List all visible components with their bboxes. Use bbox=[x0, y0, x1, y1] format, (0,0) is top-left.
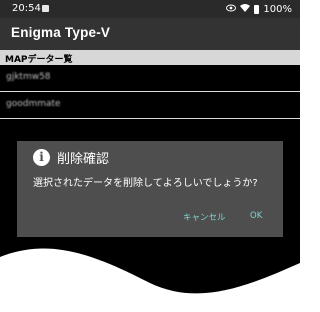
list-item-label: gjktmw58 bbox=[6, 72, 51, 82]
list-item[interactable]: goodmmate bbox=[0, 92, 300, 119]
ok-button[interactable]: OK bbox=[250, 211, 262, 221]
section-header-label: MAPデーター覧 bbox=[5, 55, 73, 65]
battery-icon bbox=[254, 4, 260, 14]
dialog-message: 選択されたデータを削除してよろしいでしょうか? bbox=[33, 178, 258, 189]
section-header: MAPデーター覧 bbox=[0, 50, 300, 65]
wifi-icon bbox=[240, 3, 251, 15]
dialog-title: 削除確認 bbox=[57, 152, 110, 167]
info-icon: i bbox=[33, 149, 50, 166]
list-item-label: goodmmate bbox=[6, 99, 61, 109]
app-bar: Enigma Type-V bbox=[0, 18, 300, 50]
image-icon bbox=[42, 5, 49, 12]
app-screen: 20:54 100% Enigma Type-V MAPデーター覧 gjktmw… bbox=[0, 0, 300, 312]
cancel-button[interactable]: キャンセル bbox=[183, 211, 226, 223]
delete-confirm-dialog: i 削除確認 選択されたデータを削除してよろしいでしょうか? キャンセル OK bbox=[17, 141, 283, 237]
battery-percent: 100% bbox=[263, 3, 292, 15]
status-bar: 20:54 100% bbox=[0, 0, 300, 18]
wave-decoration bbox=[0, 248, 300, 312]
status-icons: 100% bbox=[226, 3, 292, 15]
list-item[interactable]: gjktmw58 bbox=[0, 65, 300, 92]
app-title: Enigma Type-V bbox=[11, 25, 111, 40]
status-time: 20:54 bbox=[12, 3, 41, 14]
eye-icon bbox=[226, 4, 237, 15]
